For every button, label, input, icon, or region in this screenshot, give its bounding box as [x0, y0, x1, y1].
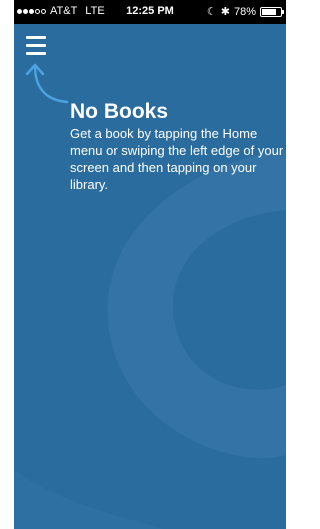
- battery-nub: [282, 9, 284, 14]
- status-bar: AT&T LTE 12:25 PM ☾ ✱ 78%: [14, 0, 286, 24]
- menu-line-top: [26, 36, 46, 39]
- battery-fill: [262, 8, 277, 15]
- moon-icon: ☾: [206, 6, 217, 18]
- status-right: ☾ ✱ 78%: [206, 5, 284, 18]
- empty-state-message: Get a book by tapping the Home menu or s…: [70, 126, 284, 192]
- battery-percent: 78%: [233, 5, 256, 18]
- empty-state-title: No Books: [70, 100, 169, 123]
- battery-icon: [260, 6, 284, 17]
- menu-line-middle: [26, 44, 46, 47]
- app-screen: AT&T LTE 12:25 PM ☾ ✱ 78% No Books Get a…: [14, 0, 286, 529]
- bluetooth-icon: ✱: [220, 6, 230, 18]
- hamburger-menu-icon[interactable]: [26, 36, 46, 56]
- menu-line-bottom: [26, 52, 46, 55]
